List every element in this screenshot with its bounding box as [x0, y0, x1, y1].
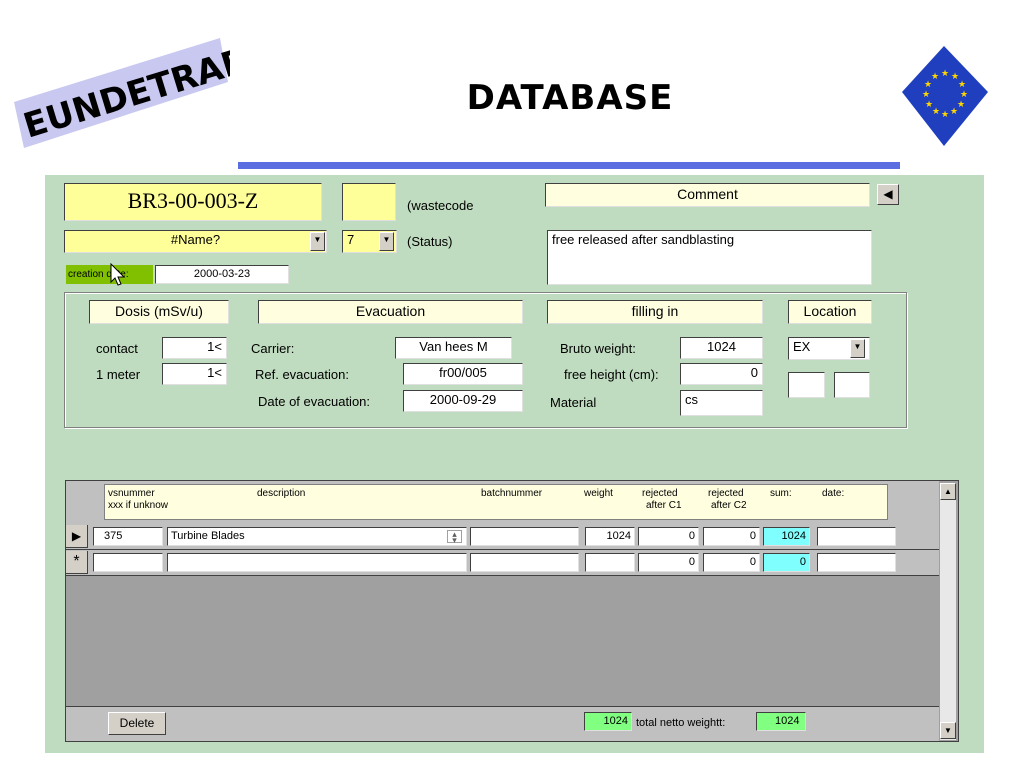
name-value: #Name? [170, 232, 221, 247]
vertical-scrollbar[interactable]: ▲ ▼ [939, 483, 956, 740]
record-selector-new[interactable]: * [66, 551, 88, 574]
bruto-weight-field[interactable]: 1024 [680, 337, 763, 359]
comment-text-field[interactable]: free released after sandblasting [547, 230, 872, 285]
comment-header: Comment [545, 183, 870, 207]
bruto-weight-label: Bruto weight: [560, 341, 636, 356]
svg-text:★: ★ [932, 107, 940, 117]
wastecode-field[interactable] [342, 183, 396, 221]
location-value: EX [793, 339, 811, 354]
material-field[interactable]: cs [680, 390, 763, 416]
record-code-field[interactable]: BR3-00-003-Z [64, 183, 322, 221]
svg-text:★: ★ [941, 69, 949, 79]
datasheet-footer [66, 706, 939, 741]
chevron-down-icon[interactable]: ▼ [310, 232, 325, 251]
table-cell-vsnummer[interactable]: 375 [93, 527, 163, 546]
location-header: Location [788, 300, 872, 324]
delete-button[interactable]: Delete [108, 712, 166, 735]
evacuation-header: Evacuation [258, 300, 523, 324]
table-cell-date[interactable] [817, 527, 896, 546]
description-value: Turbine Blades [171, 530, 245, 542]
table-cell-weight[interactable]: 1024 [585, 527, 635, 546]
contact-dose-field[interactable]: 1< [162, 337, 227, 359]
contact-label: contact [96, 341, 138, 356]
row-divider [66, 549, 939, 550]
row-divider [66, 575, 939, 576]
scroll-down-icon[interactable]: ▼ [940, 722, 956, 739]
scroll-up-icon[interactable]: ▲ [940, 483, 956, 500]
table-cell-sum: 1024 [763, 527, 810, 546]
ref-evacuation-field[interactable]: fr00/005 [403, 363, 523, 385]
chevron-down-icon[interactable]: ▼ [379, 232, 394, 251]
ref-evacuation-label: Ref. evacuation: [255, 367, 349, 382]
location-box-1[interactable] [788, 372, 825, 398]
col-vsnummer: vsnummer [108, 488, 155, 499]
meter-dose-field[interactable]: 1< [162, 363, 227, 385]
svg-text:★: ★ [960, 90, 968, 100]
title-divider [238, 162, 900, 169]
table-cell-description[interactable]: Turbine Blades [167, 527, 467, 546]
eundetraf-logo: EUNDETRAF [14, 38, 230, 148]
col-sum: sum: [770, 488, 792, 499]
table-cell-weight[interactable] [585, 553, 635, 572]
spinner-icon[interactable]: ▴ ▾ [447, 530, 462, 545]
svg-text:★: ★ [957, 100, 965, 110]
table-cell-date[interactable] [817, 553, 896, 572]
chevron-down-icon[interactable]: ▼ [850, 339, 865, 358]
total-weight-field: 1024 [584, 712, 632, 731]
table-cell-rejected-c1[interactable]: 0 [638, 553, 699, 572]
page-title: DATABASE [466, 78, 674, 118]
table-cell-batchnummer[interactable] [470, 527, 579, 546]
table-cell-sum: 0 [763, 553, 810, 572]
table-cell-vsnummer[interactable] [93, 553, 163, 572]
col-rejected-c1-sub: after C1 [646, 500, 682, 511]
meter-label: 1 meter [96, 367, 141, 382]
svg-text:★: ★ [941, 110, 949, 120]
table-cell-rejected-c1[interactable]: 0 [638, 527, 699, 546]
collapse-button[interactable]: ◀ [877, 184, 899, 205]
status-label: (Status) [407, 234, 453, 249]
svg-text:★: ★ [922, 90, 930, 100]
col-description: description [257, 488, 306, 499]
svg-text:★: ★ [950, 107, 958, 117]
status-value: 7 [347, 232, 355, 247]
col-rejected-c2: rejected [708, 488, 744, 499]
wastecode-label: (wastecode [407, 198, 474, 213]
table-cell-description[interactable] [167, 553, 467, 572]
free-height-label: free height (cm): [564, 367, 659, 382]
creation-date-field[interactable]: 2000-03-23 [155, 265, 289, 284]
svg-text:★: ★ [925, 100, 933, 110]
free-height-field[interactable]: 0 [680, 363, 763, 385]
items-datasheet: vsnummer xxx if unknow description batch… [65, 480, 959, 742]
evacuation-date-field[interactable]: 2000-09-29 [403, 390, 523, 412]
total-netto-field: 1024 [756, 712, 806, 731]
svg-text:★: ★ [931, 72, 939, 82]
carrier-label: Carrier: [251, 341, 295, 356]
table-cell-batchnummer[interactable] [470, 553, 579, 572]
triangle-left-icon: ◀ [883, 187, 893, 201]
material-label: Material [550, 395, 597, 410]
col-vsnummer-sub: xxx if unknow [108, 500, 169, 511]
svg-text:★: ★ [958, 80, 966, 90]
col-date: date: [822, 488, 845, 499]
location-box-2[interactable] [834, 372, 870, 398]
table-cell-rejected-c2[interactable]: 0 [703, 527, 760, 546]
evacuation-date-label: Date of evacuation: [258, 394, 371, 409]
eu-flag-icon: ★ ★★ ★★★ ★★★ ★★★ [902, 46, 988, 146]
col-rejected-c2-sub: after C2 [711, 500, 747, 511]
col-rejected-c1: rejected [642, 488, 678, 499]
col-batchnummer: batchnummer [481, 488, 543, 499]
col-weight: weight [584, 488, 613, 499]
filling-header: filling in [547, 300, 763, 324]
mouse-cursor-icon [110, 263, 126, 286]
total-netto-label: total netto weightt: [636, 717, 726, 729]
name-dropdown[interactable]: #Name? [64, 230, 327, 253]
record-selector-current[interactable]: ▶ [66, 525, 88, 548]
dosis-header: Dosis (mSv/u) [89, 300, 229, 324]
carrier-field[interactable]: Van hees M [395, 337, 512, 359]
table-cell-rejected-c2[interactable]: 0 [703, 553, 760, 572]
